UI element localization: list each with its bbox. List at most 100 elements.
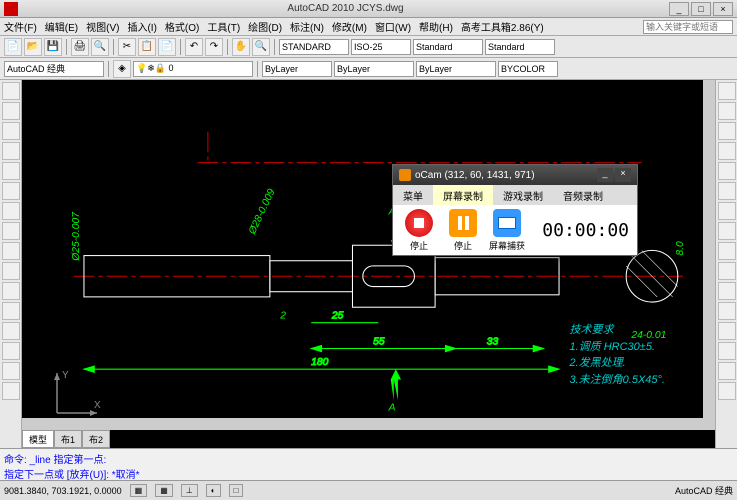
menu-dim[interactable]: 标注(N): [290, 19, 324, 34]
ocam-tab-audio[interactable]: 音频录制: [553, 185, 613, 205]
undo-button[interactable]: ↶: [185, 38, 203, 56]
textstyle-dropdown[interactable]: STANDARD: [279, 39, 349, 55]
menu-window[interactable]: 窗口(W): [375, 19, 411, 34]
tab-layout1[interactable]: 布1: [54, 430, 82, 448]
redo-button[interactable]: ↷: [205, 38, 223, 56]
ocam-pause-button[interactable]: 停止: [445, 209, 481, 252]
maximize-button[interactable]: □: [691, 2, 711, 16]
tab-layout2[interactable]: 布2: [82, 430, 110, 448]
array-tool[interactable]: [718, 162, 736, 180]
stop-icon: [405, 209, 433, 237]
osnap-toggle[interactable]: □: [229, 484, 244, 497]
break-tool[interactable]: [718, 302, 736, 320]
new-button[interactable]: 📄: [4, 38, 22, 56]
menu-format[interactable]: 格式(O): [165, 19, 199, 34]
snap-toggle[interactable]: ▦: [130, 484, 148, 497]
line-tool[interactable]: [2, 82, 20, 100]
menu-modify[interactable]: 修改(M): [332, 19, 367, 34]
style4-dropdown[interactable]: Standard: [485, 39, 555, 55]
menu-edit[interactable]: 编辑(E): [45, 19, 78, 34]
move-tool[interactable]: [718, 182, 736, 200]
extend-tool[interactable]: [718, 282, 736, 300]
menu-file[interactable]: 文件(F): [4, 19, 37, 34]
hatch-tool[interactable]: [2, 202, 20, 220]
minimize-button[interactable]: _: [669, 2, 689, 16]
scale-tool[interactable]: [718, 222, 736, 240]
preview-button[interactable]: 🔍: [91, 38, 109, 56]
ocam-minimize-button[interactable]: _: [597, 168, 613, 182]
grid-toggle[interactable]: ▦: [155, 484, 173, 497]
erase-tool[interactable]: [718, 82, 736, 100]
command-line[interactable]: 命令: _line 指定第一点: 指定下一点或 [放弃(U)]: *取消*: [0, 448, 737, 480]
paste-button[interactable]: 📄: [158, 38, 176, 56]
stretch-tool[interactable]: [718, 242, 736, 260]
rotate-tool[interactable]: [718, 202, 736, 220]
color-dropdown[interactable]: ByLayer: [262, 61, 332, 77]
donut-tool[interactable]: [2, 362, 20, 380]
spline-tool[interactable]: [2, 302, 20, 320]
menu-draw[interactable]: 绘图(D): [248, 19, 282, 34]
ortho-toggle[interactable]: ⊥: [181, 484, 198, 497]
dimstyle-dropdown[interactable]: ISO-25: [351, 39, 411, 55]
polar-toggle[interactable]: ◐: [206, 484, 221, 497]
text-tool[interactable]: [2, 222, 20, 240]
scrollbar-vertical[interactable]: [703, 80, 715, 418]
zoom-button[interactable]: 🔍: [252, 38, 270, 56]
tech-notes: 技术要求 1.调质 HRC30±5. 2.发黑处理. 3.未注倒角0.5X45°…: [570, 322, 666, 388]
menu-view[interactable]: 视图(V): [86, 19, 119, 34]
xline-tool[interactable]: [2, 322, 20, 340]
trim-tool[interactable]: [718, 262, 736, 280]
ocam-tab-screen[interactable]: 屏幕录制: [433, 185, 493, 205]
ocam-tab-game[interactable]: 游戏录制: [493, 185, 553, 205]
arc-tool[interactable]: [2, 142, 20, 160]
ocam-titlebar[interactable]: oCam (312, 60, 1431, 971) _ ×: [393, 165, 637, 185]
point-tool[interactable]: [2, 262, 20, 280]
copy-button[interactable]: 📋: [138, 38, 156, 56]
workspace-dropdown[interactable]: AutoCAD 经典: [4, 61, 104, 77]
open-button[interactable]: 📂: [24, 38, 42, 56]
region-tool[interactable]: [2, 282, 20, 300]
ocam-window[interactable]: oCam (312, 60, 1431, 971) _ × 菜单 屏幕录制 游戏…: [392, 164, 638, 256]
menu-insert[interactable]: 插入(I): [127, 19, 156, 34]
menu-extra[interactable]: 高考工具箱2.86(Y): [461, 19, 544, 34]
fillet-tool[interactable]: [718, 322, 736, 340]
table-tool[interactable]: [2, 242, 20, 260]
menu-help[interactable]: 帮助(H): [419, 19, 453, 34]
drawing-canvas[interactable]: 180 55 33 25 2 24-0.01 8.0 Ø28-0.009 Ø25…: [22, 80, 715, 448]
offset-tool[interactable]: [718, 142, 736, 160]
circle-tool[interactable]: [2, 122, 20, 140]
save-button[interactable]: 💾: [44, 38, 62, 56]
ellipse-tool[interactable]: [2, 182, 20, 200]
rect-tool[interactable]: [2, 162, 20, 180]
ray-tool[interactable]: [2, 342, 20, 360]
ocam-capture-button[interactable]: 屏幕捕获: [489, 209, 525, 252]
scrollbar-horizontal[interactable]: [22, 418, 715, 430]
explode-tool[interactable]: [718, 362, 736, 380]
dim-2: 2: [279, 311, 286, 322]
layer-button[interactable]: ◈: [113, 60, 131, 78]
ocam-stop-button[interactable]: 停止: [401, 209, 437, 252]
dim-28: Ø28-0.009: [247, 187, 278, 237]
menu-tools[interactable]: 工具(T): [207, 19, 240, 34]
menubar: 文件(F) 编辑(E) 视图(V) 插入(I) 格式(O) 工具(T) 绘图(D…: [0, 18, 737, 36]
block-tool[interactable]: [2, 382, 20, 400]
lineweight-dropdown[interactable]: ByLayer: [416, 61, 496, 77]
chamfer-tool[interactable]: [718, 342, 736, 360]
statusbar: 9081.3840, 703.1921, 0.0000 ▦ ▦ ⊥ ◐ □ Au…: [0, 480, 737, 500]
pan-button[interactable]: ✋: [232, 38, 250, 56]
ocam-close-button[interactable]: ×: [615, 168, 631, 182]
style3-dropdown[interactable]: Standard: [413, 39, 483, 55]
mirror-tool[interactable]: [718, 122, 736, 140]
print-button[interactable]: 🖨: [71, 38, 89, 56]
linetype-dropdown[interactable]: ByLayer: [334, 61, 414, 77]
close-button[interactable]: ×: [713, 2, 733, 16]
polyline-tool[interactable]: [2, 102, 20, 120]
copy-tool[interactable]: [718, 102, 736, 120]
tab-model[interactable]: 模型: [22, 430, 54, 448]
cut-button[interactable]: ✂: [118, 38, 136, 56]
join-tool[interactable]: [718, 382, 736, 400]
ocam-tab-menu[interactable]: 菜单: [393, 185, 433, 205]
layer-dropdown[interactable]: 💡❄🔒 0: [133, 61, 253, 77]
search-input[interactable]: [643, 20, 733, 34]
plotstyle-dropdown[interactable]: BYCOLOR: [498, 61, 558, 77]
